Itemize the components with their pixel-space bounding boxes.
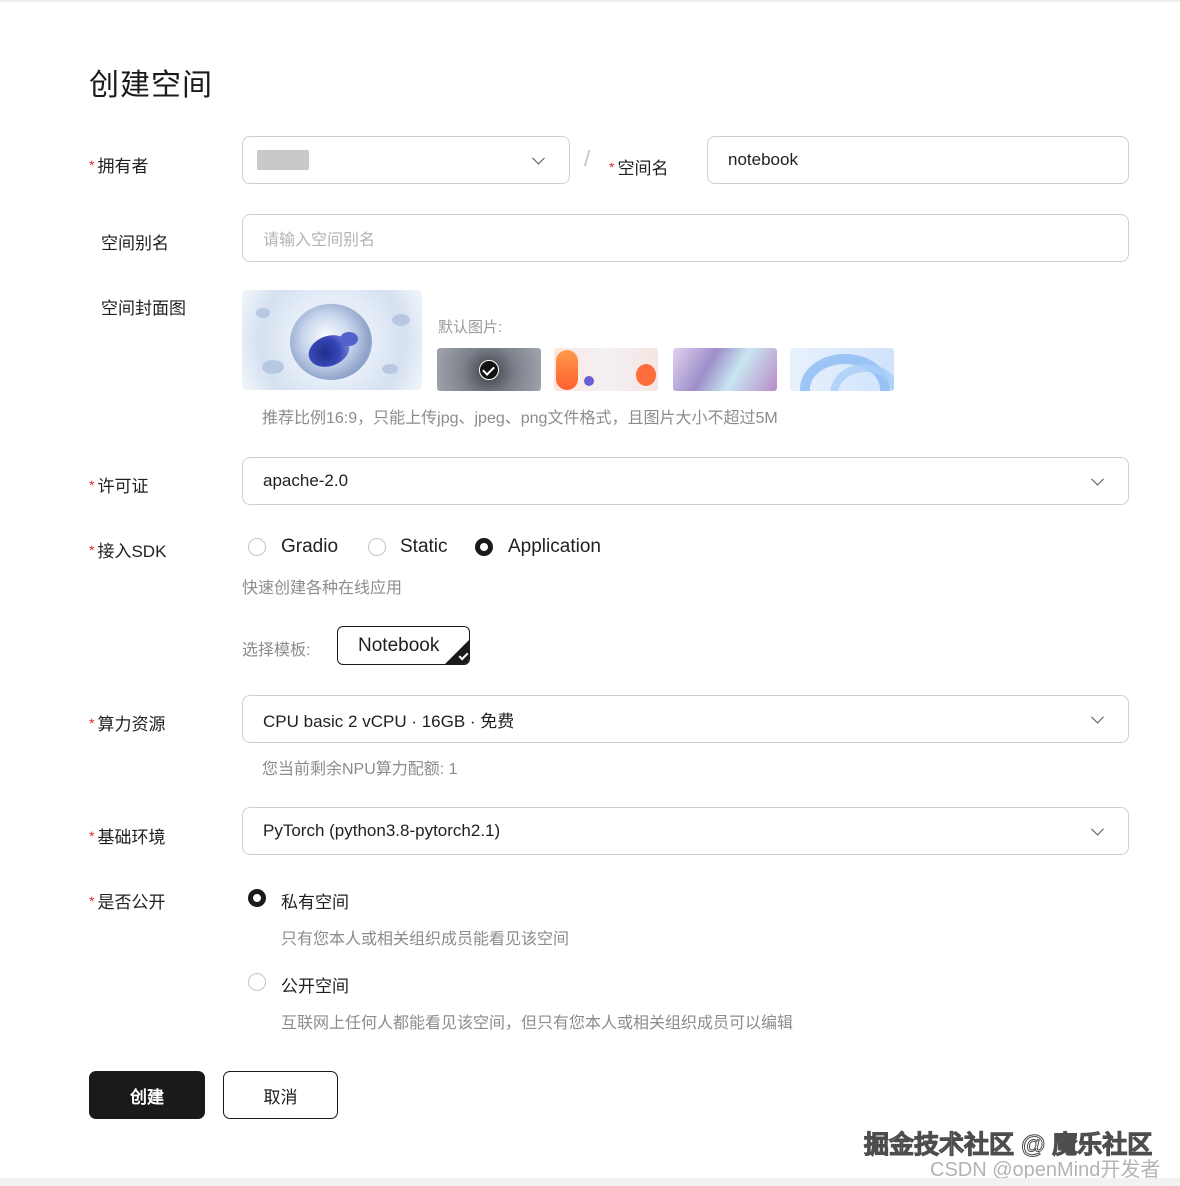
environment-label: * 基础环境 [89,828,166,847]
compute-label: * 算力资源 [89,715,166,734]
cancel-button[interactable]: 取消 [223,1071,338,1119]
default-image-orange[interactable] [554,348,658,391]
cover-label: 空间封面图 [101,299,186,318]
owner-value-redacted [257,150,309,170]
sdk-option-static[interactable]: Static [400,536,448,558]
default-image-purple[interactable] [673,348,777,391]
chevron-down-icon [1091,822,1104,836]
default-images-label: 默认图片: [438,319,503,336]
sdk-hint: 快速创建各种在线应用 [242,580,403,597]
top-divider [0,0,1180,2]
required-mark: * [89,477,95,493]
template-option-label: Notebook [358,634,440,656]
alias-placeholder: 请输入空间别名 [263,232,376,249]
chevron-down-icon [532,151,545,165]
compute-select[interactable]: CPU basic 2 vCPU · 16GB · 免费 [242,695,1129,743]
sdk-radio-gradio[interactable] [248,538,266,556]
check-icon [479,360,499,380]
license-value: apache-2.0 [263,471,349,490]
sdk-radio-static[interactable] [368,538,386,556]
required-mark: * [89,715,95,731]
space-name-input[interactable]: notebook [707,136,1129,184]
environment-value: PyTorch (python3.8-pytorch2.1) [263,821,501,840]
compute-hint: 您当前剩余NPU算力配额: 1 [262,761,458,778]
sdk-radio-application[interactable] [475,538,493,556]
alias-input[interactable]: 请输入空间别名 [242,214,1129,262]
compute-value: CPU basic 2 vCPU · 16GB · 免费 [263,711,515,731]
chevron-down-icon [1091,710,1104,724]
sdk-label: * 接入SDK [89,542,167,561]
visibility-label: * 是否公开 [89,893,166,912]
owner-name-separator: / [584,146,591,171]
required-mark: * [89,828,95,844]
space-name-value: notebook [728,150,798,169]
visibility-option-public[interactable]: 公开空间 [281,972,349,997]
required-mark: * [609,159,615,175]
visibility-radio-private[interactable] [248,889,266,907]
cover-hint: 推荐比例16:9，只能上传jpg、jpeg、png文件格式，且图片大小不超过5M [262,410,778,427]
bottom-divider [0,1178,1180,1186]
template-option-notebook[interactable]: Notebook [337,626,470,665]
cover-upload-preview[interactable] [242,290,422,390]
license-select[interactable]: apache-2.0 [242,457,1129,505]
required-mark: * [89,157,95,173]
visibility-public-hint: 互联网上任何人都能看见该空间，但只有您本人或相关组织成员可以编辑 [281,1015,794,1032]
owner-select[interactable] [242,136,570,184]
page-title: 创建空间 [89,69,213,102]
required-mark: * [89,542,95,558]
owner-label: * 拥有者 [89,157,149,176]
license-label: * 许可证 [89,477,149,496]
sdk-option-application[interactable]: Application [508,536,601,558]
create-button[interactable]: 创建 [89,1071,205,1119]
visibility-option-private[interactable]: 私有空间 [281,888,349,913]
sdk-option-gradio[interactable]: Gradio [281,536,338,558]
space-name-label: * 空间名 [609,159,669,178]
chevron-down-icon [1091,472,1104,486]
default-image-blue[interactable] [790,348,894,391]
environment-select[interactable]: PyTorch (python3.8-pytorch2.1) [242,807,1129,855]
alias-label: 空间别名 [101,234,169,253]
required-mark: * [89,893,95,909]
default-image-dark[interactable] [437,348,541,391]
visibility-radio-public[interactable] [248,973,266,991]
visibility-private-hint: 只有您本人或相关组织成员能看见该空间 [281,931,570,948]
template-label: 选择模板: [242,642,311,659]
